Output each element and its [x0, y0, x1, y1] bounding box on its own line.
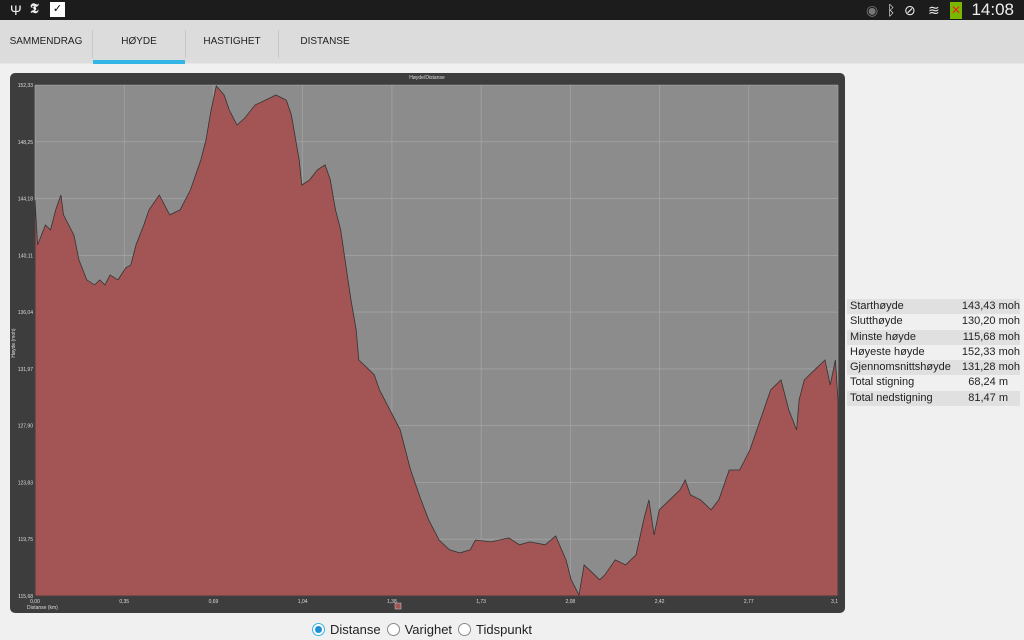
- bluetooth-icon: ᛒ: [887, 2, 896, 18]
- tab-distanse[interactable]: DISTANSE: [279, 20, 371, 64]
- radio-distanse[interactable]: Distanse: [312, 622, 381, 637]
- radio-unchecked-icon: [458, 622, 472, 636]
- tab-bar: SAMMENDRAG HØYDE HASTIGHET DISTANSE: [0, 20, 1024, 64]
- y-axis-label: Høyde (moh): [11, 328, 17, 358]
- stat-row: Total nedstigning 81,47 m: [847, 390, 1020, 407]
- tab-hastighet[interactable]: HASTIGHET: [186, 20, 278, 64]
- task-check-icon: ✓: [50, 2, 65, 17]
- radio-label: Varighet: [404, 621, 453, 637]
- y-tick-label: 119,75: [18, 537, 33, 543]
- tab-hoyde[interactable]: HØYDE: [93, 20, 185, 64]
- stat-row: Gjennomsnittshøyde 131,28 moh: [847, 360, 1020, 376]
- radio-varighet[interactable]: Varighet: [386, 621, 453, 637]
- stat-label: Gjennomsnittshøyde: [850, 361, 951, 374]
- stat-value: 81,47 m: [968, 391, 1008, 404]
- active-tab-indicator: [93, 60, 185, 64]
- x-tick-label: 1,04: [298, 599, 308, 605]
- radio-checked-icon: [312, 622, 325, 636]
- stat-row: Total stigning 68,24 m: [847, 375, 1020, 390]
- x-tick-label: 0,35: [119, 599, 129, 605]
- clock: 14:08: [971, 0, 1014, 19]
- radio-label: Tidspunkt: [476, 621, 532, 637]
- nyt-app-icon: 𝕿: [30, 2, 39, 17]
- battery-charging-icon: ✕: [950, 2, 962, 19]
- stat-label: Total nedstigning: [850, 391, 933, 404]
- elevation-chart-panel: 0,00 0,35 0,69 1,04 1,38 1,73 2,08 2,42 2,77 3,1 1…: [10, 73, 845, 613]
- x-axis-selector: Distanse Varighet Tidspunkt: [312, 620, 538, 638]
- stat-value: 143,43 moh: [961, 300, 1020, 312]
- radio-label: Distanse: [330, 621, 381, 637]
- eye-icon: ◉: [866, 2, 879, 18]
- y-tick-label: 148,25: [18, 140, 34, 146]
- x-tick-label: 1,73: [476, 599, 486, 605]
- stat-row: Slutthøyde 130,20 moh: [847, 314, 1020, 329]
- stat-value: 115,68 moh: [962, 330, 1020, 343]
- x-tick-label: 0,69: [209, 599, 219, 605]
- stat-value: 130,20 moh: [961, 315, 1020, 328]
- stat-label: Total stigning: [850, 376, 915, 389]
- legend-swatch: [394, 602, 402, 610]
- stat-label: Starthøyde: [850, 300, 904, 312]
- y-tick-label: 140,11: [18, 253, 33, 259]
- radio-unchecked-icon: [386, 622, 400, 636]
- stat-row: Starthøyde 143,43 moh: [847, 299, 1020, 315]
- stat-value: 152,33 moh: [961, 345, 1020, 358]
- stat-row: Høyeste høyde 152,33 moh: [847, 345, 1020, 360]
- y-tick-label: 144,18: [18, 197, 34, 203]
- muted-vibrate-icon: ⊘: [904, 2, 916, 18]
- y-tick-label: 115,68: [18, 594, 33, 600]
- stat-label: Slutthøyde: [850, 315, 903, 328]
- x-tick-label: 3,1: [831, 599, 838, 605]
- x-tick-label: 2,42: [655, 599, 665, 605]
- elevation-stats-table: Starthøyde 143,43 moh Slutthøyde 130,20 moh…: [847, 299, 1020, 407]
- chart-title: Høyde/Distanse: [409, 75, 445, 81]
- radio-tidspunkt[interactable]: Tidspunkt: [458, 622, 532, 637]
- status-bar: Ψ 𝕿 ✓ ◉ ᛒ ⊘ ≋ ✕ 14:08: [0, 0, 1024, 20]
- x-axis-label: Distanse (km): [27, 605, 58, 611]
- tab-sammendrag[interactable]: SAMMENDRAG: [0, 20, 92, 64]
- stat-value: 68,24 m: [968, 376, 1008, 389]
- y-tick-label: 152,33: [18, 83, 34, 89]
- stat-label: Høyeste høyde: [850, 345, 925, 358]
- y-tick-label: 123,83: [18, 480, 34, 486]
- elevation-chart: 0,00 0,35 0,69 1,04 1,38 1,73 2,08 2,42 2,77 3,11…: [11, 75, 839, 611]
- x-tick-label: 2,08: [565, 599, 575, 605]
- stat-value: 131,28 moh: [961, 361, 1020, 374]
- usb-icon: Ψ: [10, 2, 22, 18]
- y-tick-label: 136,04: [18, 310, 34, 316]
- stat-label: Minste høyde: [850, 330, 917, 343]
- wifi-icon: ≋: [928, 2, 940, 18]
- y-tick-label: 127,90: [18, 424, 34, 430]
- stat-row: Minste høyde 115,68 moh: [847, 329, 1020, 345]
- y-tick-label: 131,97: [18, 367, 34, 373]
- x-tick-label: 2,77: [744, 599, 754, 605]
